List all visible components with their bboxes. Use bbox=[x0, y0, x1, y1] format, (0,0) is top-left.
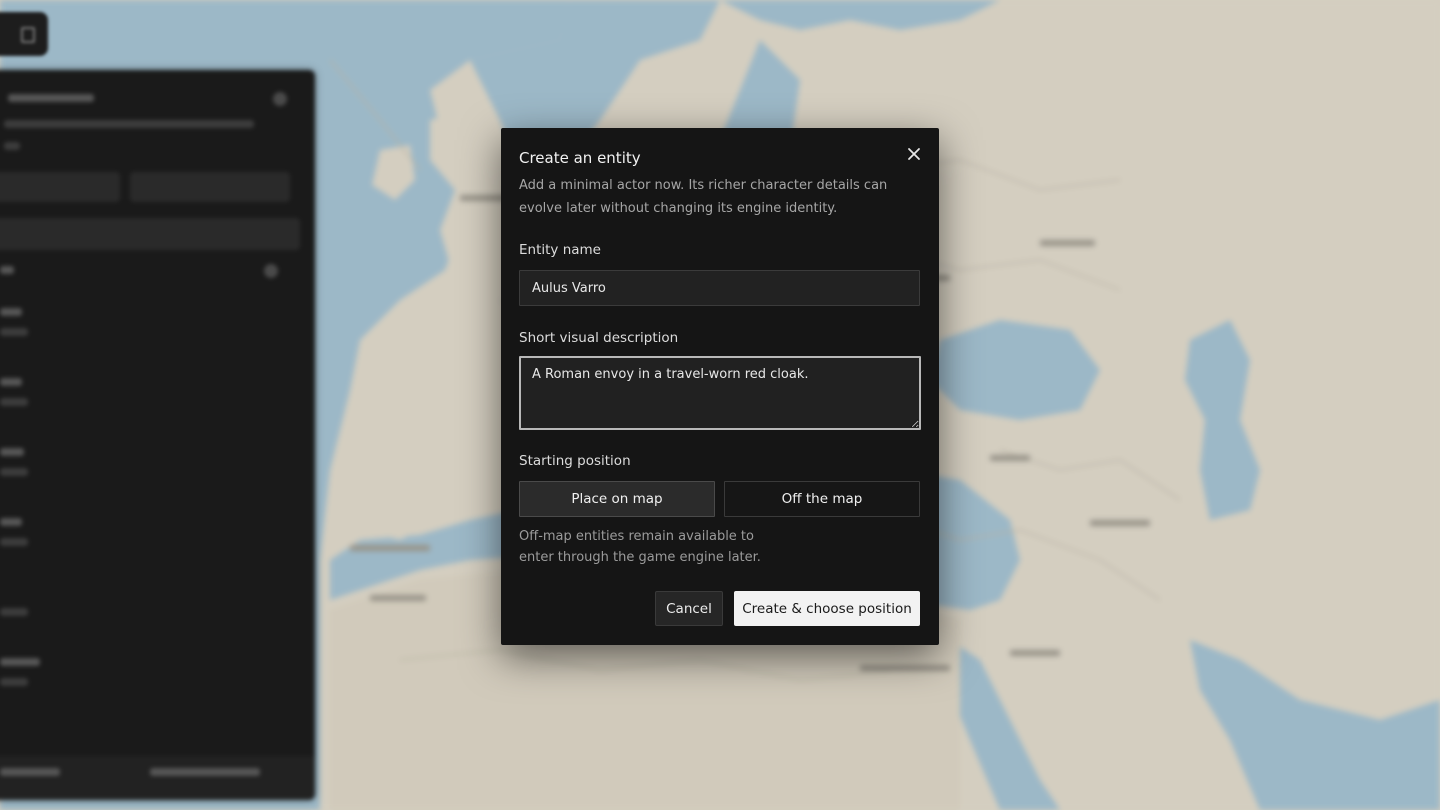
place-on-map-option[interactable]: Place on map bbox=[519, 481, 715, 517]
entity-name-label: Entity name bbox=[519, 242, 601, 258]
create-entity-dialog: Create an entity Add a minimal actor now… bbox=[501, 128, 939, 645]
cancel-button[interactable]: Cancel bbox=[655, 591, 723, 626]
position-helper-text: Off-map entities remain available to ent… bbox=[519, 529, 761, 565]
create-and-choose-position-button[interactable]: Create & choose position bbox=[734, 591, 920, 626]
dialog-title: Create an entity bbox=[519, 149, 641, 167]
visual-description-label: Short visual description bbox=[519, 330, 679, 346]
visual-description-textarea[interactable]: A Roman envoy in a travel-worn red cloak… bbox=[519, 356, 921, 430]
off-the-map-option[interactable]: Off the map bbox=[724, 481, 920, 517]
entity-name-input[interactable] bbox=[519, 270, 920, 306]
dialog-description: Add a minimal actor now. Its richer char… bbox=[519, 178, 888, 216]
close-button[interactable] bbox=[905, 145, 923, 163]
starting-position-label: Starting position bbox=[519, 453, 631, 469]
entities-side-panel bbox=[0, 70, 315, 800]
close-icon bbox=[908, 148, 920, 160]
panel-toggle-button[interactable] bbox=[0, 12, 48, 56]
